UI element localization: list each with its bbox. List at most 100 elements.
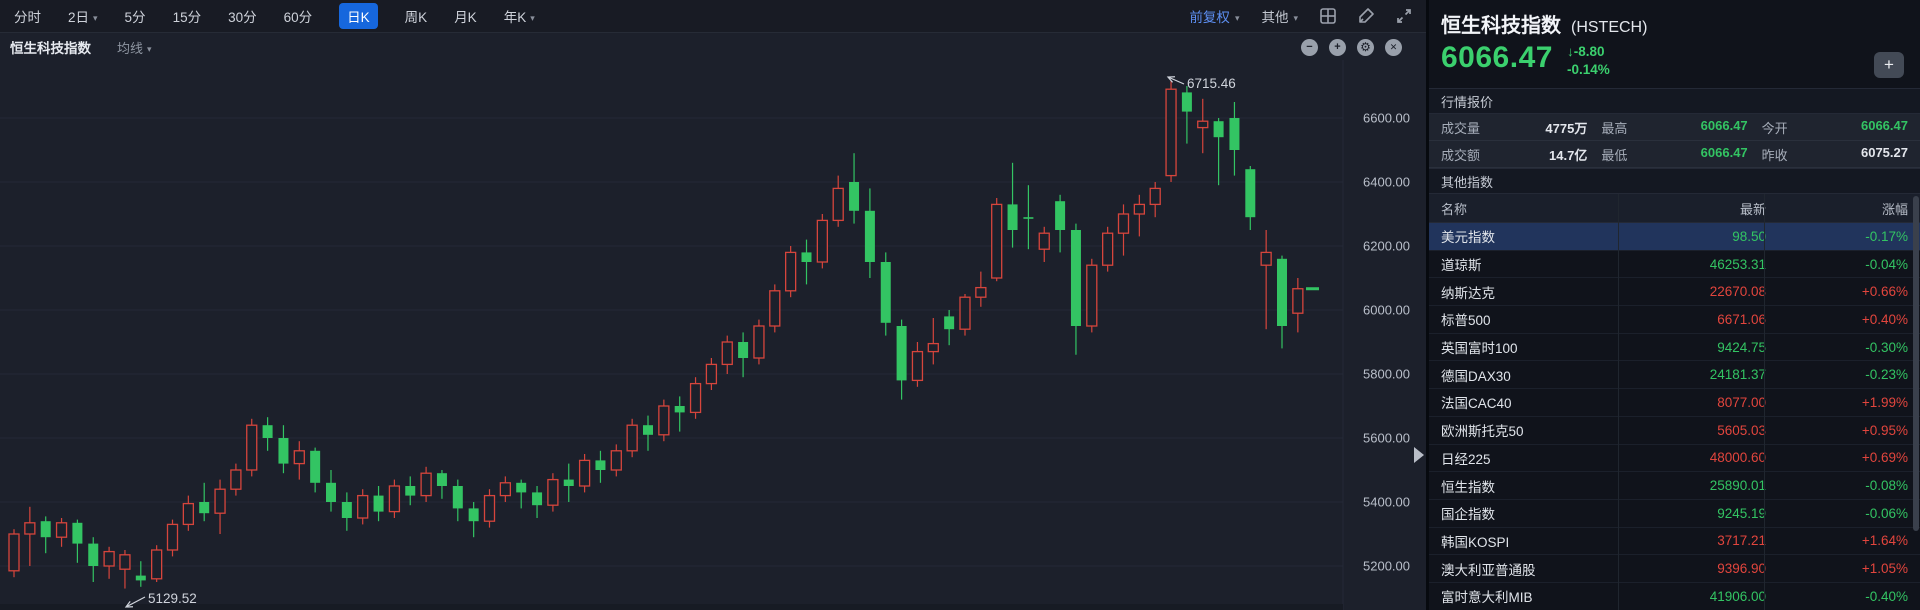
svg-text:5200.00: 5200.00 xyxy=(1363,559,1410,574)
quote-label: 今开 xyxy=(1762,118,1788,137)
index-row[interactable]: 韩国KOSPI3717.21+1.64% xyxy=(1429,528,1920,556)
interval-tab-30分[interactable]: 30分 xyxy=(228,6,257,26)
index-row-last: 9396.90 xyxy=(1600,561,1766,576)
quote-panel: 恒生科技指数 (HSTECH) 6066.47 ↓-8.80 -0.14% + … xyxy=(1429,0,1920,610)
zoom-in-button[interactable]: + xyxy=(1329,39,1346,56)
svg-text:5400.00: 5400.00 xyxy=(1363,495,1410,510)
index-row-change: +1.64% xyxy=(1766,533,1908,548)
price-change-block: ↓-8.80 -0.14% xyxy=(1567,43,1610,79)
index-row-last: 22670.08 xyxy=(1600,284,1766,299)
interval-tab-15分[interactable]: 15分 xyxy=(173,6,202,26)
index-row[interactable]: 德国DAX3024181.37-0.23% xyxy=(1429,361,1920,389)
chevron-down-icon: ▾ xyxy=(530,13,535,23)
index-ticker: (HSTECH) xyxy=(1571,19,1647,37)
table-column-divider xyxy=(1618,194,1619,610)
last-price: 6066.47 xyxy=(1441,42,1553,74)
index-row-change: -0.04% xyxy=(1766,257,1908,272)
quote-label: 最低 xyxy=(1601,145,1627,164)
index-row-change: -0.30% xyxy=(1766,340,1908,355)
interval-toolbar: 分时 2日▾ 5分 15分 30分 60分 日K 周K 月K 年K▾ 前复权▾ 其他▾ xyxy=(0,0,1426,33)
panel-collapse-arrow[interactable] xyxy=(1414,447,1424,463)
interval-tab-分时[interactable]: 分时 xyxy=(14,6,41,26)
chart-settings-gear-icon[interactable]: ⚙ xyxy=(1357,39,1374,56)
index-row-name: 韩国KOSPI xyxy=(1441,531,1600,551)
interval-tabs: 分时 2日▾ 5分 15分 30分 60分 日K 周K 月K 年K▾ xyxy=(14,3,535,29)
chart-subheader: 恒生科技指数 均线▾ − + ⚙ ✕ xyxy=(0,34,1426,60)
draw-brush-icon[interactable] xyxy=(1358,8,1374,24)
svg-text:5600.00: 5600.00 xyxy=(1363,431,1410,446)
index-row-last: 9245.19 xyxy=(1600,506,1766,521)
svg-text:5129.52: 5129.52 xyxy=(148,591,197,606)
fullscreen-icon[interactable] xyxy=(1396,8,1412,24)
other-dropdown[interactable]: 其他▾ xyxy=(1261,6,1298,26)
quote-header: 恒生科技指数 (HSTECH) 6066.47 ↓-8.80 -0.14% + xyxy=(1429,0,1920,88)
index-row[interactable]: 美元指数98.50-0.17% xyxy=(1429,223,1920,251)
index-row-change: +0.40% xyxy=(1766,312,1908,327)
indicator-dropdown[interactable]: 均线▾ xyxy=(117,38,152,57)
index-row-last: 9424.75 xyxy=(1600,340,1766,355)
index-row-name: 富时意大利MIB xyxy=(1441,586,1600,606)
index-row[interactable]: 英国富时1009424.75-0.30% xyxy=(1429,334,1920,362)
index-row-change: +1.99% xyxy=(1766,395,1908,410)
down-arrow-icon: ↓ xyxy=(1567,44,1574,59)
svg-text:6600.00: 6600.00 xyxy=(1363,111,1410,126)
interval-tab-年K[interactable]: 年K▾ xyxy=(504,6,535,26)
chart-pane: 6600.006400.006200.006000.005800.005600.… xyxy=(0,0,1426,610)
index-row-last: 8077.00 xyxy=(1600,395,1766,410)
quote-label: 成交量 xyxy=(1441,118,1480,137)
index-row-last: 25890.01 xyxy=(1600,478,1766,493)
index-name: 恒生科技指数 xyxy=(1441,9,1561,38)
interval-tab-月K[interactable]: 月K xyxy=(454,6,477,26)
indices-section-header: 其他指数 xyxy=(1429,168,1920,194)
index-row[interactable]: 道琼斯46253.31-0.04% xyxy=(1429,251,1920,279)
candlestick-chart[interactable]: 6600.006400.006200.006000.005800.005600.… xyxy=(0,0,1426,610)
index-row[interactable]: 日经22548000.60+0.69% xyxy=(1429,445,1920,473)
index-row-change: +0.66% xyxy=(1766,284,1908,299)
panel-scrollbar[interactable] xyxy=(1913,196,1919,531)
quote-row: 成交额14.7亿最低6066.47昨收6075.27 xyxy=(1429,141,1920,168)
adjust-dropdown[interactable]: 前复权▾ xyxy=(1189,6,1239,26)
index-row[interactable]: 富时意大利MIB41906.00-0.40% xyxy=(1429,583,1920,610)
index-row-name: 日经225 xyxy=(1441,448,1600,468)
index-row-name: 澳大利亚普通股 xyxy=(1441,559,1600,579)
interval-tab-日K[interactable]: 日K xyxy=(339,3,378,29)
index-row-last: 98.50 xyxy=(1600,229,1766,244)
index-row-last: 24181.37 xyxy=(1600,367,1766,382)
index-row[interactable]: 恒生指数25890.01-0.08% xyxy=(1429,472,1920,500)
chevron-down-icon: ▾ xyxy=(147,44,152,54)
index-row[interactable]: 欧洲斯托克505605.03+0.95% xyxy=(1429,417,1920,445)
index-row-last: 5605.03 xyxy=(1600,423,1766,438)
quote-value: 6075.27 xyxy=(1788,145,1908,164)
index-row-name: 欧洲斯托克50 xyxy=(1441,420,1600,440)
chevron-down-icon: ▾ xyxy=(93,13,98,23)
quote-label: 最高 xyxy=(1601,118,1627,137)
interval-tab-2日[interactable]: 2日▾ xyxy=(68,6,98,26)
indices-table-header: 名称 最新 涨幅 xyxy=(1429,194,1920,223)
quote-value: 4775万 xyxy=(1480,118,1587,137)
svg-text:6000.00: 6000.00 xyxy=(1363,303,1410,318)
index-row-last: 6671.06 xyxy=(1600,312,1766,327)
index-row[interactable]: 法国CAC408077.00+1.99% xyxy=(1429,389,1920,417)
index-row-last: 46253.31 xyxy=(1600,257,1766,272)
index-row[interactable]: 国企指数9245.19-0.06% xyxy=(1429,500,1920,528)
index-row[interactable]: 标普5006671.06+0.40% xyxy=(1429,306,1920,334)
interval-tab-60分[interactable]: 60分 xyxy=(284,6,313,26)
quote-value: 6066.47 xyxy=(1627,145,1747,164)
zoom-out-button[interactable]: − xyxy=(1301,39,1318,56)
chevron-down-icon: ▾ xyxy=(1293,13,1298,23)
svg-text:6200.00: 6200.00 xyxy=(1363,239,1410,254)
index-row-name: 标普500 xyxy=(1441,309,1600,329)
index-row-name: 法国CAC40 xyxy=(1441,392,1600,412)
interval-tab-周K[interactable]: 周K xyxy=(405,6,428,26)
grid-layout-icon[interactable] xyxy=(1320,8,1336,24)
index-row[interactable]: 纳斯达克22670.08+0.66% xyxy=(1429,278,1920,306)
svg-text:6400.00: 6400.00 xyxy=(1363,175,1410,190)
stock-trading-app: 6600.006400.006200.006000.005800.005600.… xyxy=(0,0,1920,610)
close-chart-button[interactable]: ✕ xyxy=(1385,39,1402,56)
add-to-watchlist-button[interactable]: + xyxy=(1874,52,1904,78)
table-column-divider xyxy=(1764,194,1765,610)
index-row-change: +0.69% xyxy=(1766,450,1908,465)
index-row-name: 德国DAX30 xyxy=(1441,365,1600,385)
index-row[interactable]: 澳大利亚普通股9396.90+1.05% xyxy=(1429,555,1920,583)
interval-tab-5分[interactable]: 5分 xyxy=(125,6,146,26)
